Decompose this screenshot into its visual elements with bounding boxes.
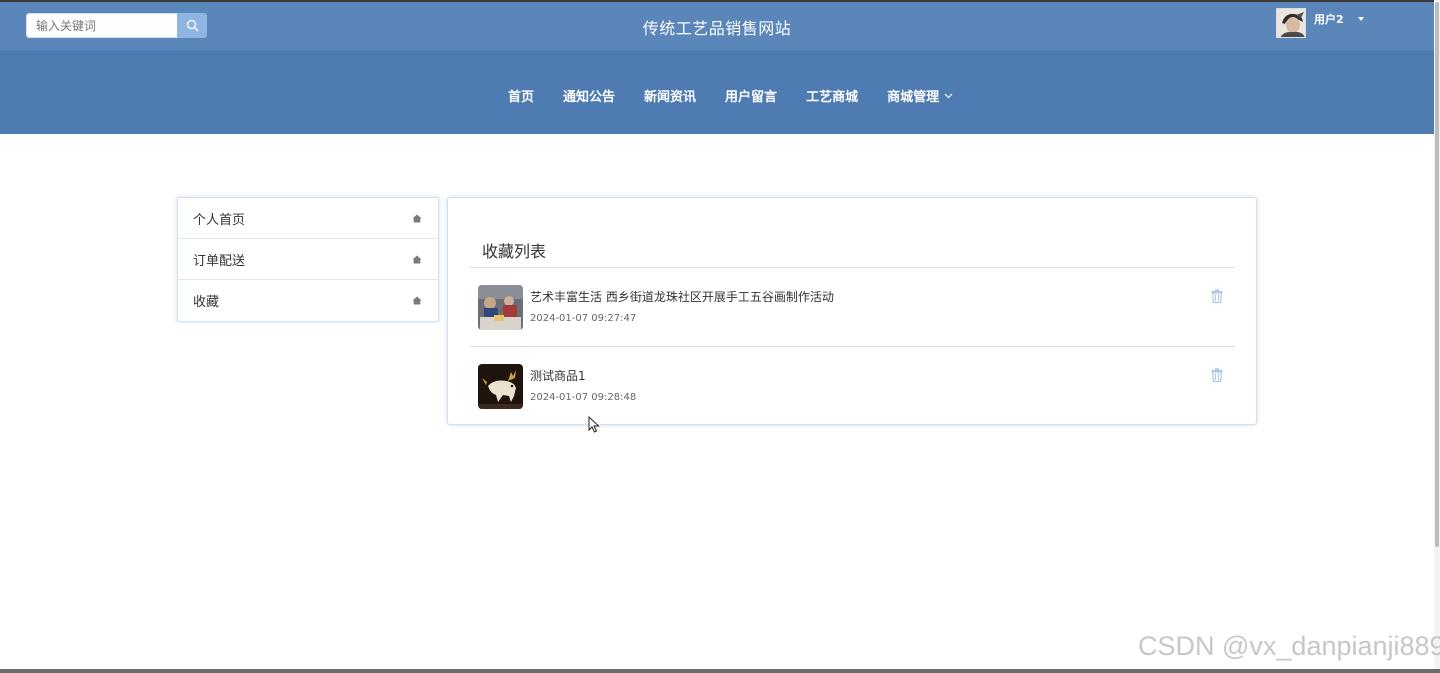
nav-item-messages[interactable]: 用户留言	[725, 86, 777, 105]
watermark: CSDN @vx_danpianji889	[1138, 631, 1440, 661]
home-icon	[412, 214, 422, 222]
home-icon	[412, 255, 422, 263]
item-thumbnail[interactable]	[478, 285, 523, 330]
main-navbar: 首页 通知公告 新闻资讯 用户留言 工艺商城 商城管理	[0, 50, 1434, 134]
item-title[interactable]: 测试商品1	[530, 367, 586, 384]
sidebar-item-favorites[interactable]: 收藏	[178, 280, 438, 321]
nav-item-news[interactable]: 新闻资讯	[644, 86, 696, 105]
home-icon	[412, 296, 422, 305]
user-menu[interactable]: 用户2	[1276, 8, 1364, 40]
nav-menu: 首页 通知公告 新闻资讯 用户留言 工艺商城 商城管理	[508, 86, 953, 105]
sidebar-item-profile[interactable]: 个人首页	[178, 198, 438, 239]
list-item[interactable]: 测试商品1 2024-01-07 09:28:48	[470, 347, 1235, 426]
nav-item-home[interactable]: 首页	[508, 86, 534, 105]
avatar	[1276, 8, 1306, 38]
caret-down-icon	[1357, 17, 1364, 21]
favorites-panel: 收藏列表 艺术丰富生活 西乡街道龙珠社区开展手工五谷画制作活动 2024-01-…	[447, 197, 1257, 425]
mouse-cursor-icon	[588, 416, 600, 433]
item-time: 2024-01-07 09:28:48	[530, 392, 637, 403]
scrollbar-thumb[interactable]	[1435, 2, 1439, 547]
favorites-title: 收藏列表	[482, 242, 547, 261]
site-title: 传统工艺品销售网站	[642, 19, 792, 38]
sidebar-item-order-delivery[interactable]: 订单配送	[178, 239, 438, 280]
window-bottom-border	[0, 669, 1440, 673]
top-bar: 传统工艺品销售网站 用户2	[0, 2, 1434, 50]
nav-item-notices[interactable]: 通知公告	[563, 86, 615, 105]
list-item[interactable]: 艺术丰富生活 西乡街道龙珠社区开展手工五谷画制作活动 2024-01-07 09…	[470, 268, 1235, 347]
nav-item-mall[interactable]: 工艺商城	[806, 86, 858, 105]
chevron-down-icon	[944, 93, 953, 98]
item-title[interactable]: 艺术丰富生活 西乡街道龙珠社区开展手工五谷画制作活动	[530, 288, 834, 305]
nav-item-mall-management[interactable]: 商城管理	[887, 86, 953, 105]
username: 用户2	[1314, 13, 1344, 26]
item-thumbnail[interactable]	[478, 364, 523, 409]
item-time: 2024-01-07 09:27:47	[530, 313, 637, 324]
trash-icon[interactable]	[1211, 289, 1223, 303]
trash-icon[interactable]	[1211, 368, 1223, 382]
sidebar-menu: 个人首页 订单配送 收藏	[177, 197, 439, 322]
